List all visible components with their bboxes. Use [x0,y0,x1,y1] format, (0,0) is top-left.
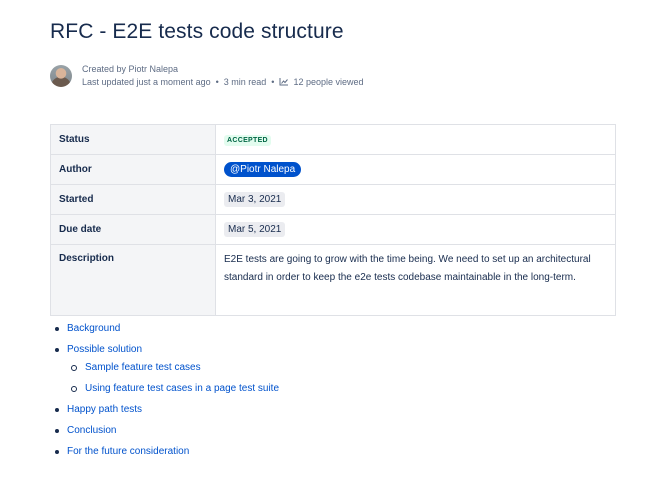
toc-item-conclusion: Conclusion [50,424,279,445]
table-of-contents: Background Possible solution Sample feat… [50,322,279,466]
line-chart-icon [279,78,289,86]
status-label: Status [50,124,216,155]
created-by-text: Created by Piotr Nalepa [82,64,179,74]
separator-dot: • [271,77,275,87]
due-date[interactable]: Mar 5, 2021 [224,222,286,237]
toc-link[interactable]: Possible solution [67,344,142,355]
analytics-link[interactable]: 12 people viewed [279,77,364,87]
started-label: Started [50,184,216,215]
started-date[interactable]: Mar 3, 2021 [224,192,286,207]
status-badge: ACCEPTED [224,134,271,146]
author-cell: @Piotr Nalepa [215,154,616,185]
description-text: E2E tests are going to grow with the tim… [215,244,616,316]
toc-sublist: Sample feature test cases Using feature … [67,361,279,403]
toc-item-background: Background [50,322,279,343]
toc-link[interactable]: For the future consideration [67,446,189,457]
toc-link[interactable]: Conclusion [67,425,116,436]
read-time: 3 min read [223,77,267,87]
toc-item-possible-solution: Possible solution Sample feature test ca… [50,343,279,403]
toc-link[interactable]: Using feature test cases in a page test … [85,383,279,394]
toc-item-future-consideration: For the future consideration [50,445,279,466]
page-properties-table: Status ACCEPTED Author @Piotr Nalepa Sta… [50,124,616,316]
table-row: Started Mar 3, 2021 [50,184,616,215]
author-mention[interactable]: @Piotr Nalepa [224,162,302,177]
toc-link[interactable]: Background [67,323,120,334]
author-label: Author [50,154,216,185]
last-updated-link[interactable]: Last updated just a moment ago [82,77,211,87]
table-row: Description E2E tests are going to grow … [50,244,616,316]
byline: Created by Piotr Nalepa Last updated jus… [50,63,364,89]
toc-link[interactable]: Happy path tests [67,404,142,415]
avatar[interactable] [50,65,72,87]
page-title: RFC - E2E tests code structure [50,20,344,43]
description-label: Description [50,244,216,316]
page-metadata: Created by Piotr Nalepa Last updated jus… [82,63,364,89]
separator-dot: • [215,77,219,87]
toc-link[interactable]: Sample feature test cases [85,362,201,373]
toc-item-sample-feature-test-cases: Sample feature test cases [67,361,279,382]
table-row: Author @Piotr Nalepa [50,154,616,185]
page-stats: Last updated just a moment ago • 3 min rea… [82,76,364,89]
due-date-cell: Mar 5, 2021 [215,214,616,245]
views-count: 12 people viewed [293,77,364,87]
toc-item-using-feature-test-cases: Using feature test cases in a page test … [67,382,279,403]
started-cell: Mar 3, 2021 [215,184,616,215]
table-row: Due date Mar 5, 2021 [50,214,616,245]
table-row: Status ACCEPTED [50,124,616,155]
due-date-label: Due date [50,214,216,245]
toc-item-happy-path-tests: Happy path tests [50,403,279,424]
status-cell: ACCEPTED [215,124,616,155]
